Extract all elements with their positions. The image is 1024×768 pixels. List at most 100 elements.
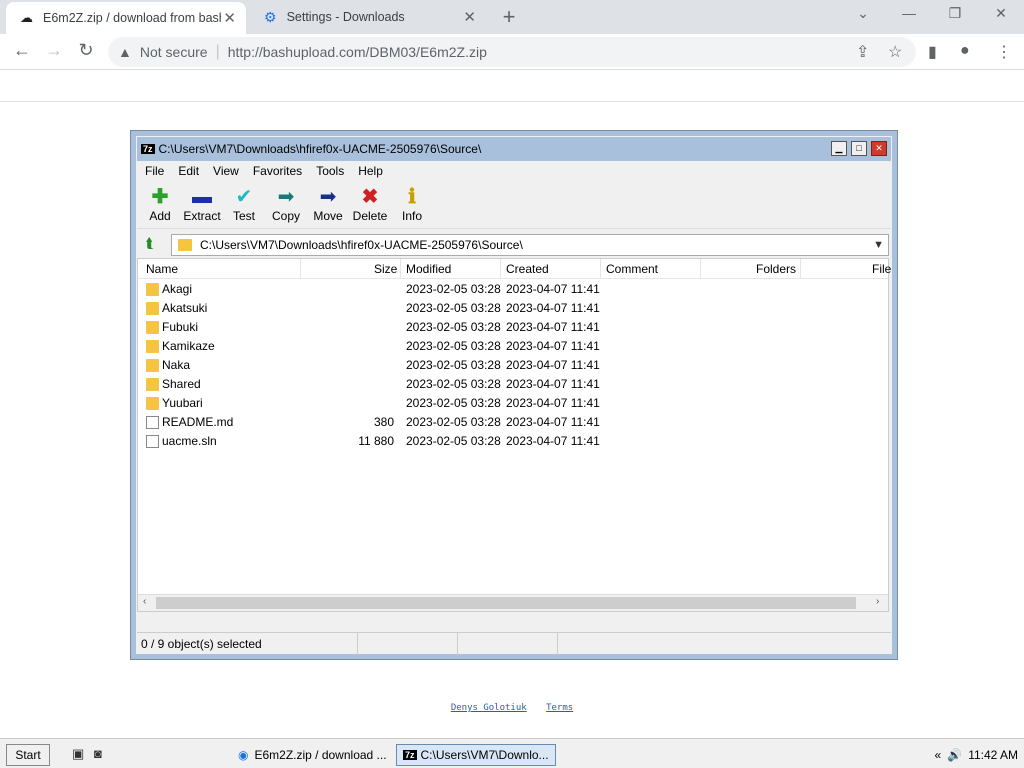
- menu-kebab-icon[interactable]: ⋮: [996, 42, 1012, 62]
- list-item[interactable]: README.md 380 2023-02-05 03:28 2023-04-07 1…: [138, 413, 888, 432]
- col-separator[interactable]: [700, 259, 701, 279]
- forward-button[interactable]: →: [42, 40, 66, 61]
- volume-icon[interactable]: 🔊: [947, 748, 962, 762]
- test-button[interactable]: ✔ Test: [221, 185, 267, 223]
- col-comment[interactable]: Comment: [606, 262, 658, 276]
- close-button[interactable]: ✕: [871, 141, 887, 156]
- item-modified: 2023-02-05 03:28: [406, 396, 501, 410]
- scroll-left-icon[interactable]: ‹: [143, 596, 146, 607]
- file-list[interactable]: Name Size Modified Created Comment Folde…: [137, 258, 891, 612]
- item-modified: 2023-02-05 03:28: [406, 339, 501, 353]
- delete-label: Delete: [352, 209, 388, 223]
- status-text: 0 / 9 object(s) selected: [141, 637, 262, 651]
- scroll-thumb[interactable]: [156, 597, 856, 609]
- plus-icon: ✚: [151, 186, 169, 208]
- item-created: 2023-04-07 11:41: [506, 358, 600, 372]
- copy-arrow-icon: ➡: [277, 186, 295, 208]
- side-panel-icon[interactable]: ▮: [928, 42, 937, 62]
- scroll-right-icon[interactable]: ›: [876, 596, 879, 607]
- col-separator[interactable]: [400, 259, 401, 279]
- taskbar-item-browser[interactable]: ◉ E6m2Z.zip / download ...: [232, 744, 392, 766]
- col-separator[interactable]: [600, 259, 601, 279]
- 7zip-logo-icon: 7z: [403, 750, 417, 760]
- profile-avatar-icon[interactable]: ●: [960, 42, 970, 60]
- warning-icon[interactable]: ▲: [118, 44, 132, 60]
- tray-expand-icon[interactable]: «: [935, 748, 942, 762]
- back-button[interactable]: ←: [10, 40, 34, 61]
- col-separator[interactable]: [800, 259, 801, 279]
- item-created: 2023-04-07 11:41: [506, 396, 600, 410]
- item-name: uacme.sln: [162, 434, 217, 448]
- list-item[interactable]: Fubuki 2023-02-05 03:28 2023-04-07 11:41: [138, 318, 888, 337]
- url-text[interactable]: http://bashupload.com/DBM03/E6m2Z.zip: [228, 44, 487, 60]
- info-label: Info: [401, 209, 422, 223]
- tab-search-icon[interactable]: ⌄: [852, 5, 874, 22]
- item-name: Fubuki: [162, 320, 199, 334]
- quicklaunch-icon[interactable]: ◙: [94, 746, 102, 761]
- menu-favorites[interactable]: Favorites: [253, 164, 302, 178]
- menu-view[interactable]: View: [213, 164, 239, 178]
- list-item[interactable]: uacme.sln 11 880 2023-02-05 03:28 2023-04-0…: [138, 432, 888, 451]
- browser-tab-settings[interactable]: ⚙ Settings - Downloads ✕: [250, 0, 486, 34]
- extract-button[interactable]: ▬ Extract: [179, 185, 225, 223]
- item-modified: 2023-02-05 03:28: [406, 358, 501, 372]
- start-label: Start: [15, 748, 41, 762]
- col-folders[interactable]: Folders: [756, 262, 796, 276]
- add-button[interactable]: ✚ Add: [137, 185, 183, 223]
- menu-help[interactable]: Help: [358, 164, 383, 178]
- file-icon: [146, 416, 159, 429]
- col-created[interactable]: Created: [506, 262, 549, 276]
- col-size[interactable]: Size: [374, 262, 397, 276]
- terms-link[interactable]: Terms: [546, 703, 573, 713]
- copy-button[interactable]: ➡ Copy: [263, 185, 309, 223]
- col-separator[interactable]: [500, 259, 501, 279]
- security-label[interactable]: Not secure: [140, 44, 208, 60]
- status-bar: 0 / 9 object(s) selected: [137, 632, 891, 655]
- window-title: C:\Users\VM7\Downloads\hfiref0x-UACME-25…: [158, 142, 482, 156]
- list-item[interactable]: Kamikaze 2023-02-05 03:28 2023-04-07 11:41: [138, 337, 888, 356]
- menu-edit[interactable]: Edit: [178, 164, 199, 178]
- task-label: E6m2Z.zip / download ...: [254, 748, 387, 762]
- close-tab-icon[interactable]: ✕: [223, 9, 236, 27]
- up-folder-icon[interactable]: ⮬: [141, 235, 159, 253]
- delete-button[interactable]: ✖ Delete: [347, 185, 393, 223]
- path-combobox[interactable]: C:\Users\VM7\Downloads\hfiref0x-UACME-25…: [171, 234, 889, 256]
- browser-tabstrip: ☁ E6m2Z.zip / download from bashupload.c…: [0, 0, 1024, 34]
- close-window-button[interactable]: ✕: [990, 5, 1012, 22]
- taskbar-item-7zip[interactable]: 7z C:\Users\VM7\Downlo...: [396, 744, 556, 766]
- list-item[interactable]: Naka 2023-02-05 03:28 2023-04-07 11:41: [138, 356, 888, 375]
- show-desktop-icon[interactable]: ▣: [72, 746, 84, 762]
- reload-button[interactable]: ↻: [74, 40, 98, 61]
- col-files[interactable]: File: [872, 262, 891, 276]
- browser-tab-active[interactable]: ☁ E6m2Z.zip / download from bashupload.c…: [6, 2, 246, 34]
- item-modified: 2023-02-05 03:28: [406, 282, 501, 296]
- restore-window-button[interactable]: ❐: [944, 5, 966, 22]
- list-item[interactable]: Yuubari 2023-02-05 03:28 2023-04-07 11:41: [138, 394, 888, 413]
- share-icon[interactable]: ⇪: [856, 42, 869, 62]
- new-tab-button[interactable]: +: [498, 4, 520, 30]
- info-button[interactable]: ℹ Info: [389, 185, 435, 223]
- info-icon: ℹ: [408, 186, 416, 208]
- chevron-down-icon[interactable]: ▼: [873, 239, 884, 251]
- maximize-button[interactable]: □: [851, 141, 867, 156]
- minimize-window-button[interactable]: —: [898, 5, 920, 21]
- move-button[interactable]: ➡ Move: [305, 185, 351, 223]
- horizontal-scrollbar[interactable]: ‹ ›: [138, 594, 888, 611]
- start-button[interactable]: Start: [6, 744, 50, 766]
- clock[interactable]: 11:42 AM: [968, 748, 1018, 762]
- minimize-button[interactable]: ▁: [831, 141, 847, 156]
- col-separator[interactable]: [300, 259, 301, 279]
- bookmark-star-icon[interactable]: ☆: [888, 42, 902, 62]
- author-link[interactable]: Denys Golotiuk: [451, 703, 527, 713]
- address-bar[interactable]: ▲ Not secure | http://bashupload.com/DBM…: [108, 37, 916, 67]
- menu-file[interactable]: File: [145, 164, 164, 178]
- item-created: 2023-04-07 11:41: [506, 282, 600, 296]
- list-item[interactable]: Shared 2023-02-05 03:28 2023-04-07 11:41: [138, 375, 888, 394]
- path-text[interactable]: C:\Users\VM7\Downloads\hfiref0x-UACME-25…: [200, 238, 523, 252]
- col-name[interactable]: Name: [146, 262, 178, 276]
- menu-tools[interactable]: Tools: [316, 164, 344, 178]
- close-tab-icon[interactable]: ✕: [463, 8, 476, 26]
- list-item[interactable]: Akagi 2023-02-05 03:28 2023-04-07 11:41: [138, 280, 888, 299]
- list-item[interactable]: Akatsuki 2023-02-05 03:28 2023-04-07 11:41: [138, 299, 888, 318]
- col-modified[interactable]: Modified: [406, 262, 451, 276]
